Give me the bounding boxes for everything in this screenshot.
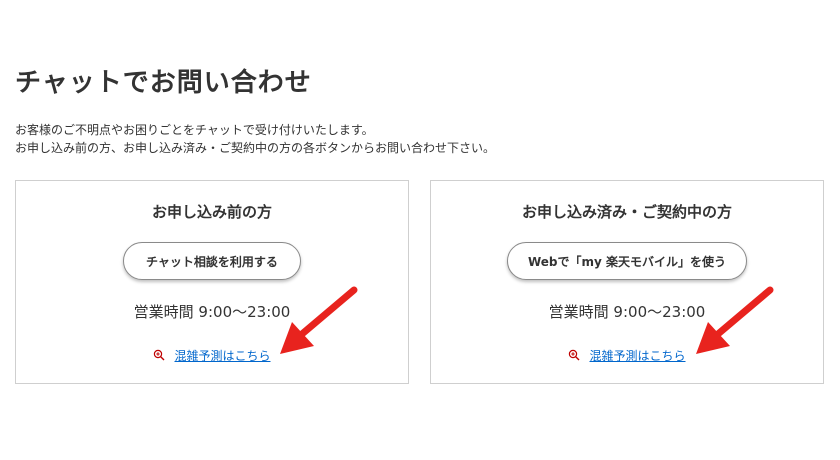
congestion-forecast-link[interactable]: 混雑予測はこちら	[431, 347, 823, 364]
zoom-in-icon	[154, 349, 165, 361]
business-hours: 営業時間 9:00〜23:00	[548, 303, 706, 321]
card-title: お申し込み済み・ご契約中の方	[521, 203, 732, 221]
link-label: 混雑予測はこちら	[174, 349, 271, 363]
business-hours: 営業時間 9:00〜23:00	[133, 303, 291, 321]
link-label: 混雑予測はこちら	[589, 349, 686, 363]
chat-consult-button[interactable]: チャット相談を利用する	[123, 242, 301, 280]
card-existing-customer: お申し込み済み・ご契約中の方 Webで「my 楽天モバイル」を使う 営業時間 9…	[430, 180, 824, 384]
intro-text: お客様のご不明点やお困りごとをチャットで受け付けいたします。 お申し込み前の方、…	[15, 121, 495, 157]
intro-line: お申し込み前の方、お申し込み済み・ご契約中の方の各ボタンからお問い合わせ下さい。	[15, 141, 496, 155]
my-rakuten-mobile-button[interactable]: Webで「my 楽天モバイル」を使う	[507, 242, 747, 280]
intro-line: お客様のご不明点やお困りごとをチャットで受け付けいたします。	[15, 123, 374, 137]
congestion-forecast-link[interactable]: 混雑予測はこちら	[16, 347, 408, 364]
zoom-in-icon	[569, 349, 580, 361]
card-title: お申し込み前の方	[151, 203, 272, 221]
page-title: チャットでお問い合わせ	[15, 68, 312, 98]
card-before-application: お申し込み前の方 チャット相談を利用する 営業時間 9:00〜23:00 混雑予…	[15, 180, 409, 384]
